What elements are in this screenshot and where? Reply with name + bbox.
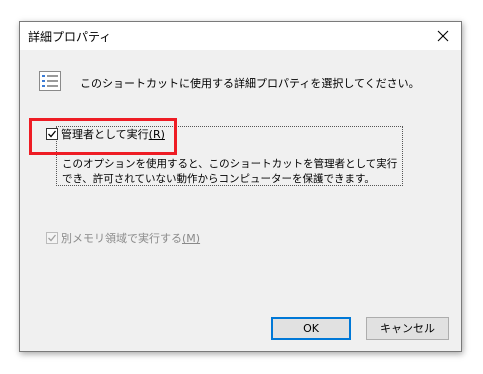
run-as-admin-description: このオプションを使用すると、このショートカットを管理者として実行でき、許可されて…	[62, 158, 398, 185]
dialog-title: 詳細プロパティ	[28, 30, 112, 44]
separate-memory-checkbox-row: 別メモリ領域で実行する(M)	[46, 230, 200, 246]
checkmark-disabled-icon	[48, 234, 57, 242]
ok-button[interactable]: OK	[271, 317, 351, 340]
title-bar: 詳細プロパティ	[20, 22, 461, 50]
advanced-properties-dialog: 詳細プロパティ このショートカットに使用する詳細プロパティを選択してください。 …	[19, 21, 462, 352]
cancel-button[interactable]: キャンセル	[366, 317, 449, 340]
separate-memory-checkbox	[46, 232, 58, 244]
properties-list-icon	[39, 71, 61, 91]
close-button[interactable]	[425, 22, 461, 50]
close-icon	[437, 30, 449, 42]
separate-memory-label: 別メモリ領域で実行する(M)	[61, 232, 201, 245]
red-highlight-box	[29, 118, 177, 155]
dialog-description: このショートカットに使用する詳細プロパティを選択してください。	[80, 77, 420, 90]
